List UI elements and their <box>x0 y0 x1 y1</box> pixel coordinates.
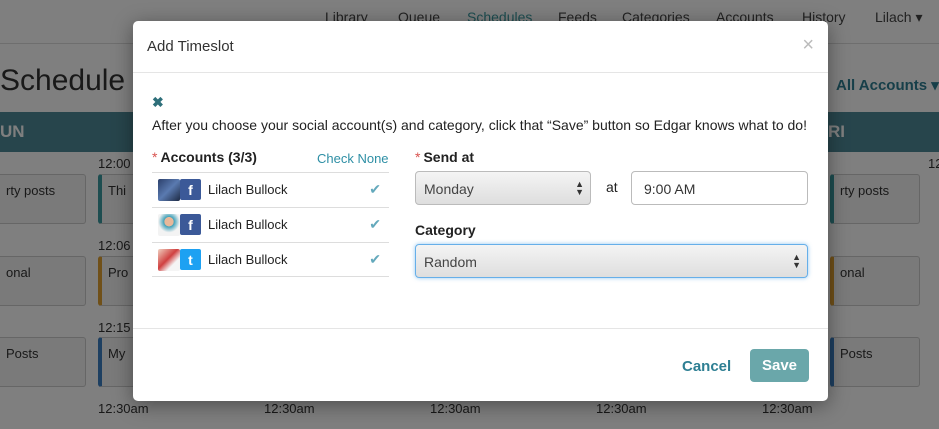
account-row[interactable]: f Lilach Bullock ✔ <box>152 207 389 242</box>
facebook-icon: f <box>180 214 201 235</box>
facebook-icon: f <box>180 179 201 200</box>
accounts-list: f Lilach Bullock ✔ f Lilach Bullock ✔ t … <box>152 172 389 277</box>
account-avatar <box>158 249 180 271</box>
modal-footer: Cancel Save <box>133 328 828 401</box>
check-none-link[interactable]: Check None <box>317 151 389 166</box>
close-icon[interactable]: × <box>802 35 814 55</box>
checkmark-icon[interactable]: ✔ <box>369 181 381 198</box>
twitter-icon: t <box>180 249 201 270</box>
account-row[interactable]: f Lilach Bullock ✔ <box>152 172 389 207</box>
dismiss-instructions-icon[interactable]: ✖ <box>152 94 164 111</box>
category-label: Category <box>415 222 476 238</box>
checkmark-icon[interactable]: ✔ <box>369 216 381 233</box>
accounts-label-text: Accounts (3/3) <box>160 149 257 165</box>
time-input[interactable]: 9:00 AM <box>631 171 808 205</box>
accounts-label: * Accounts (3/3) <box>152 149 257 165</box>
account-avatar <box>158 179 180 201</box>
checkmark-icon[interactable]: ✔ <box>369 251 381 268</box>
category-select-value: Random <box>424 254 477 270</box>
select-arrows-icon: ▲ ▼ <box>792 252 801 270</box>
send-at-label: * Send at <box>415 149 474 165</box>
send-at-label-text: Send at <box>423 149 475 165</box>
account-name: Lilach Bullock <box>208 252 288 267</box>
account-name: Lilach Bullock <box>208 182 288 197</box>
modal-header: Add Timeslot × <box>133 21 828 73</box>
add-timeslot-modal: Add Timeslot × ✖ After you choose your s… <box>133 21 828 401</box>
at-label: at <box>606 179 618 195</box>
save-button[interactable]: Save <box>750 349 809 382</box>
required-marker: * <box>152 149 158 165</box>
cancel-button[interactable]: Cancel <box>682 358 731 375</box>
account-avatar <box>158 214 180 236</box>
modal-title: Add Timeslot <box>147 38 234 55</box>
account-row[interactable]: t Lilach Bullock ✔ <box>152 242 389 277</box>
instructions-text: After you choose your social account(s) … <box>152 117 807 133</box>
day-select-value: Monday <box>424 181 474 197</box>
day-select[interactable]: Monday ▲ ▼ <box>415 171 591 205</box>
select-arrows-icon: ▲ ▼ <box>575 179 584 197</box>
account-name: Lilach Bullock <box>208 217 288 232</box>
required-marker: * <box>415 149 421 165</box>
category-select[interactable]: Random ▲ ▼ <box>415 244 808 278</box>
